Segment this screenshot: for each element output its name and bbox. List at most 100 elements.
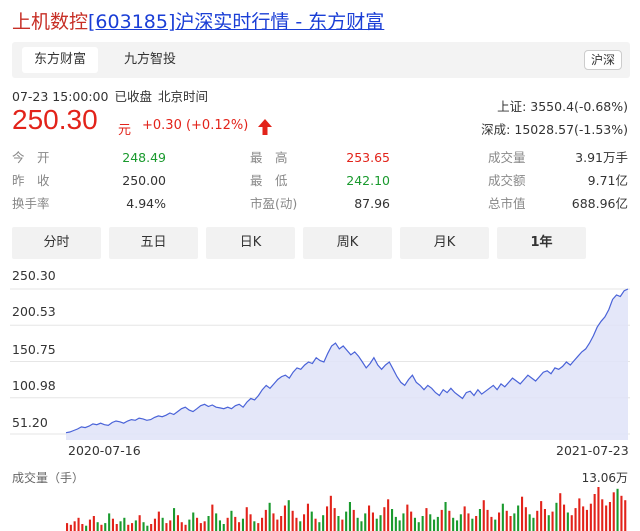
volume-bar	[329, 495, 332, 531]
volume-bar	[157, 511, 160, 531]
volume-bar	[257, 523, 260, 531]
volume-bar	[475, 516, 478, 531]
volume-bar	[383, 507, 386, 531]
volume-bar	[268, 502, 271, 531]
status-state: 已收盘	[114, 89, 152, 104]
volume-bar	[429, 514, 432, 531]
volume-bar	[505, 510, 508, 531]
price-chart[interactable]: 250.30 200.53 150.75 100.98 51.20 2020-0…	[0, 262, 640, 467]
tab-weekly-k[interactable]: 周K	[303, 227, 392, 259]
tab-jiufang[interactable]: 九方智投	[112, 47, 188, 73]
volume-bar	[371, 512, 374, 531]
tab-five-day[interactable]: 五日	[109, 227, 198, 259]
stat-label: 成交额	[488, 173, 526, 188]
volume-bar	[100, 524, 103, 531]
volume-bar	[322, 515, 325, 531]
volume-bar	[199, 523, 202, 531]
volume-bar	[410, 511, 413, 531]
volume-bar	[352, 509, 355, 531]
volume-bar	[287, 500, 290, 531]
stat-label: 总市值	[488, 196, 526, 211]
volume-bar	[215, 513, 218, 531]
volume-chart[interactable]	[0, 485, 640, 531]
volume-bar	[85, 525, 88, 531]
volume-bar	[180, 522, 183, 531]
stat-value: 253.65	[346, 150, 390, 165]
volume-bar	[207, 516, 210, 531]
volume-bar	[261, 517, 264, 531]
stat-label: 市盈(动)	[250, 196, 298, 211]
page-title[interactable]: 上机数控[603185]沪深实时行情 - 东方财富	[12, 7, 384, 34]
volume-bar	[517, 505, 520, 531]
volume-bar	[391, 509, 394, 531]
volume-bar	[417, 522, 420, 531]
volume-bar	[111, 518, 114, 531]
volume-bar	[601, 499, 604, 531]
volume-bar	[540, 501, 543, 531]
volume-bar	[119, 521, 122, 531]
current-price: 250.30	[12, 104, 98, 135]
volume-max-label: 13.06万	[581, 471, 628, 485]
up-arrow-icon	[258, 119, 272, 135]
volume-bar	[578, 498, 581, 531]
index-shenzhen[interactable]: 深成: 15028.57(-1.53%)	[481, 119, 628, 138]
volume-bar	[276, 519, 279, 531]
tab-monthly-k[interactable]: 月K	[400, 227, 489, 259]
volume-bar	[211, 504, 214, 531]
stat-value: 688.96亿	[571, 196, 628, 211]
volume-bar	[196, 517, 199, 531]
tab-one-year[interactable]: 1年	[497, 227, 586, 259]
volume-bar	[593, 494, 596, 531]
index-shanghai[interactable]: 上证: 3550.4(-0.68%)	[497, 96, 628, 115]
volume-bar	[108, 513, 111, 531]
index-shanghai-label: 上证:	[497, 99, 527, 114]
volume-bar	[245, 507, 248, 531]
volume-bar	[467, 513, 470, 531]
volume-bar	[547, 515, 550, 531]
tab-daily-k[interactable]: 日K	[206, 227, 295, 259]
volume-bar	[318, 522, 321, 531]
stat-value: 250.00	[122, 173, 166, 188]
stat-value: 242.10	[346, 173, 390, 188]
volume-bar	[436, 516, 439, 531]
stat-value: 248.49	[122, 150, 166, 165]
volume-bar	[264, 509, 267, 531]
volume-bar	[96, 522, 99, 531]
stock-code[interactable]: [603185]	[88, 11, 175, 33]
volume-bar	[360, 521, 363, 531]
volume-bar	[463, 506, 466, 531]
volume-bar	[131, 523, 134, 531]
volume-bar	[559, 493, 562, 531]
stat-value: 4.94%	[126, 196, 166, 211]
volume-bar	[444, 502, 447, 531]
volume-bar	[433, 519, 436, 531]
volume-bar	[123, 517, 126, 531]
volume-bar	[69, 524, 72, 531]
volume-bar	[104, 523, 107, 531]
stats-row: 昨 收 250.00 最 低 242.10 成交额 9.71亿	[12, 169, 630, 192]
volume-bar	[253, 521, 256, 531]
tab-intraday[interactable]: 分时	[12, 227, 101, 259]
volume-bar	[303, 514, 306, 531]
volume-bar	[272, 513, 275, 531]
volume-bar	[425, 508, 428, 531]
title-suffix[interactable]: 沪深实时行情 - 东方财富	[175, 11, 384, 33]
volume-bar	[348, 502, 351, 531]
price-unit: 元	[118, 123, 132, 138]
volume-bar	[406, 504, 409, 531]
index-shenzhen-label: 深成:	[481, 122, 511, 137]
volume-bar	[364, 513, 367, 531]
volume-bar	[536, 510, 539, 531]
volume-bar	[234, 516, 237, 531]
volume-bar	[218, 520, 221, 531]
volume-bar	[566, 512, 569, 531]
volume-bar	[494, 519, 497, 531]
tab-eastmoney[interactable]: 东方财富	[22, 47, 99, 73]
volume-bar	[134, 520, 137, 531]
price-chart-svg	[10, 288, 630, 440]
volume-bar	[306, 503, 309, 531]
volume-bar	[142, 522, 145, 531]
volume-bar	[368, 505, 371, 531]
volume-bar	[314, 518, 317, 531]
market-pill[interactable]: 沪深	[583, 50, 622, 70]
